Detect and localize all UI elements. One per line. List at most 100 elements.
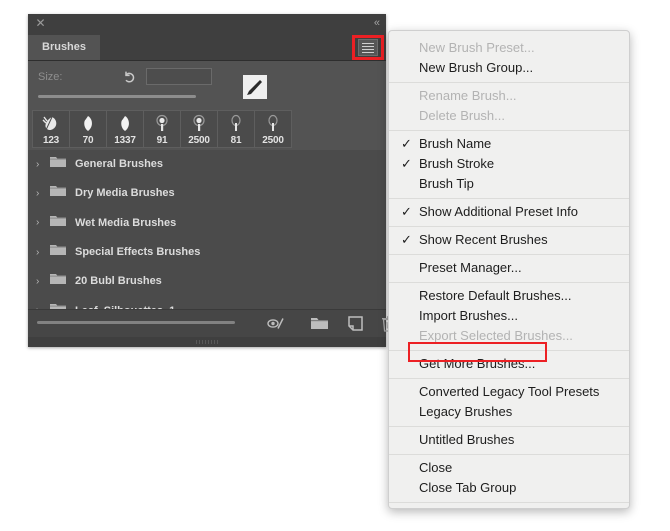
recent-brush-cell[interactable]: 70 — [70, 111, 107, 147]
menu-item-label: Delete Brush... — [419, 108, 505, 123]
menu-item-label: Brush Name — [419, 136, 492, 151]
brush-size-slider[interactable] — [37, 321, 235, 324]
new-group-folder-icon[interactable] — [311, 316, 328, 336]
folder-icon — [50, 214, 66, 232]
menu-item-label: Brush Stroke — [419, 156, 495, 171]
recent-brush-size: 81 — [230, 135, 242, 146]
menu-item-label: Show Recent Brushes — [419, 232, 548, 247]
recent-brush-cell[interactable]: 2500 — [181, 111, 218, 147]
new-brush-icon[interactable] — [348, 316, 363, 336]
menu-group: ✓ Show Additional Preset Info — [389, 199, 629, 227]
brush-group-label: Wet Media Brushes — [75, 216, 177, 229]
recent-brush-size: 91 — [156, 135, 168, 146]
grip-lines — [196, 340, 218, 344]
recent-brush-size: 2500 — [262, 135, 284, 146]
menu-group: New Brush Preset... New Brush Group... — [389, 35, 629, 83]
brush-group-row[interactable]: › Special Effects Brushes — [28, 238, 386, 268]
menu-item-get-more-brushes[interactable]: Get More Brushes... — [389, 354, 629, 374]
recent-brush-cell[interactable]: 91 — [144, 111, 181, 147]
menu-item-preset-manager[interactable]: Preset Manager... — [389, 258, 629, 278]
recent-brush-cell[interactable]: 1337 — [107, 111, 144, 147]
chevron-right-icon[interactable]: › — [36, 159, 48, 170]
panel-resize-grip[interactable] — [28, 337, 386, 347]
brush-size-section: Size: — [28, 61, 386, 113]
brush-group-row[interactable]: › Wet Media Brushes — [28, 209, 386, 238]
menu-item-label: Close — [419, 460, 453, 475]
menu-item-label: Get More Brushes... — [419, 356, 536, 371]
menu-item-brush-name[interactable]: ✓ Brush Name — [389, 134, 629, 154]
menu-item-label: Legacy Brushes — [419, 404, 513, 419]
menu-item-label: Show Additional Preset Info — [419, 204, 578, 219]
menu-item-show-recent-brushes[interactable]: ✓ Show Recent Brushes — [389, 230, 629, 250]
checkmark-icon: ✓ — [401, 232, 412, 247]
menu-item-rename-brush: Rename Brush... — [389, 86, 629, 106]
chevron-right-icon[interactable]: › — [36, 188, 48, 199]
menu-item-label: New Brush Preset... — [419, 40, 535, 55]
chevron-right-icon[interactable]: › — [36, 276, 48, 287]
recent-brush-cell[interactable]: 123 — [33, 111, 70, 147]
menu-item-label: Preset Manager... — [419, 260, 522, 275]
tab-brushes[interactable]: Brushes — [28, 35, 101, 60]
recent-brush-cell[interactable]: 2500 — [255, 111, 291, 147]
size-slider[interactable] — [38, 95, 196, 98]
menu-item-converted-legacy-tool-presets[interactable]: Converted Legacy Tool Presets — [389, 382, 629, 402]
recent-brush-size: 2500 — [188, 135, 210, 146]
folder-icon — [50, 243, 66, 261]
collapse-double-chevron-icon[interactable]: « — [374, 17, 380, 30]
menu-item-legacy-brushes[interactable]: Legacy Brushes — [389, 402, 629, 422]
folder-icon — [50, 184, 66, 202]
brush-group-label: Dry Media Brushes — [75, 187, 175, 200]
menu-item-label: Brush Tip — [419, 176, 474, 191]
menu-item-label: New Brush Group... — [419, 60, 534, 75]
menu-item-brush-tip[interactable]: Brush Tip — [389, 174, 629, 194]
menu-group: Restore Default Brushes... Import Brushe… — [389, 283, 629, 351]
brush-group-label: General Brushes — [75, 158, 164, 171]
menu-item-label: Converted Legacy Tool Presets — [419, 384, 600, 399]
hamburger-menu-icon[interactable] — [358, 39, 378, 56]
menu-item-restore-default-brushes[interactable]: Restore Default Brushes... — [389, 286, 629, 306]
brush-group-row[interactable]: › General Brushes — [28, 150, 386, 180]
panel-tabstrip: Brushes — [28, 35, 386, 61]
menu-item-label: Untitled Brushes — [419, 432, 515, 447]
menu-item-delete-brush: Delete Brush... — [389, 106, 629, 126]
menu-item-new-brush-group[interactable]: New Brush Group... — [389, 58, 629, 78]
brush-stroke-icon[interactable] — [243, 75, 267, 99]
chevron-right-icon[interactable]: › — [36, 247, 48, 258]
menu-group: Untitled Brushes — [389, 427, 629, 455]
hamburger-line — [362, 48, 374, 50]
brush-group-row[interactable]: › 20 Bubl Brushes — [28, 267, 386, 297]
menu-item-show-additional-preset-info[interactable]: ✓ Show Additional Preset Info — [389, 202, 629, 222]
recent-brush-cell[interactable]: 81 — [218, 111, 255, 147]
menu-item-label: Export Selected Brushes... — [419, 328, 573, 343]
panel-options-menu: New Brush Preset... New Brush Group... R… — [388, 30, 630, 509]
menu-group: ✓ Show Recent Brushes — [389, 227, 629, 255]
brush-group-list[interactable]: › General Brushes › Dry Media Brushes › … — [28, 150, 386, 320]
brush-group-row[interactable]: › Dry Media Brushes — [28, 179, 386, 209]
toggle-brush-settings-icon[interactable] — [266, 316, 286, 336]
menu-item-untitled-brushes[interactable]: Untitled Brushes — [389, 430, 629, 450]
size-input[interactable] — [146, 68, 212, 85]
menu-item-brush-stroke[interactable]: ✓ Brush Stroke — [389, 154, 629, 174]
menu-item-label: Rename Brush... — [419, 88, 517, 103]
chevron-right-icon[interactable]: › — [36, 217, 48, 228]
leaf-brush-tip-icon — [119, 116, 129, 131]
menu-group: Close Close Tab Group — [389, 455, 629, 503]
menu-item-import-brushes[interactable]: Import Brushes... — [389, 306, 629, 326]
menu-item-close[interactable]: Close — [389, 458, 629, 478]
brushes-panel: ✕ « Brushes Size: 123 70 1337 91 2500 81… — [28, 14, 396, 347]
menu-item-label: Restore Default Brushes... — [419, 288, 572, 303]
panel-bottom-toolbar — [28, 309, 396, 337]
size-label: Size: — [38, 71, 63, 83]
checkmark-icon: ✓ — [401, 156, 412, 171]
menu-item-close-tab-group[interactable]: Close Tab Group — [389, 478, 629, 498]
hamburger-line — [362, 51, 374, 53]
round-brush-tip-icon — [156, 114, 168, 131]
reset-arrow-icon[interactable] — [122, 69, 138, 85]
leaf-brush-tip-icon — [82, 116, 92, 131]
close-icon[interactable]: ✕ — [34, 17, 47, 30]
recent-brush-size: 1337 — [114, 135, 136, 146]
menu-group: Get More Brushes... — [389, 351, 629, 379]
menu-group: Converted Legacy Tool Presets Legacy Bru… — [389, 379, 629, 427]
menu-item-label: Import Brushes... — [419, 308, 518, 323]
hamburger-line — [362, 42, 374, 44]
